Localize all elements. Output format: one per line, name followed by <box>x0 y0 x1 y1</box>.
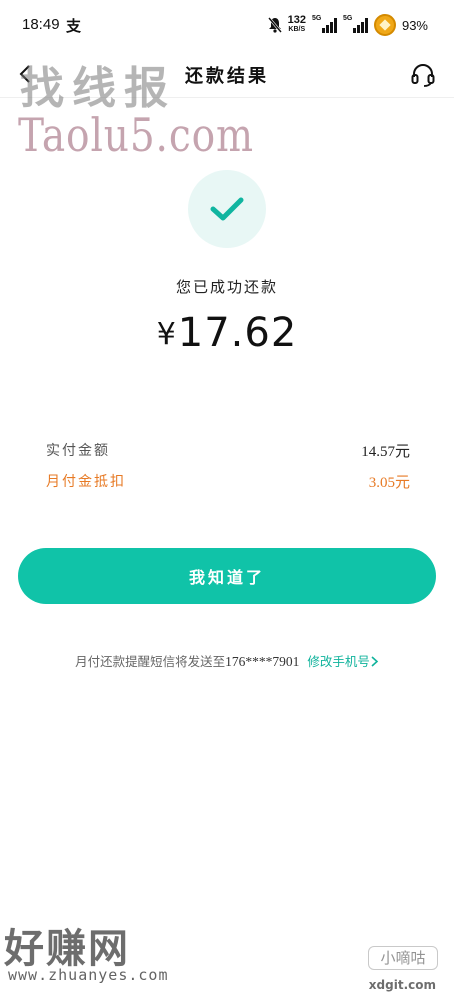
amount-value: 17.62 <box>177 310 298 356</box>
watermark-badge: 小嘀咕 <box>368 946 438 970</box>
success-check-badge <box>188 170 266 248</box>
network-speed-value: 132 <box>287 14 306 26</box>
sms-notice-text: 月付还款提醒短信将发送至 <box>75 654 226 669</box>
coin-icon <box>373 14 396 36</box>
chevron-right-icon <box>371 656 379 667</box>
detail-value: 14.57元 <box>361 443 410 460</box>
alipay-icon: 支 <box>66 17 82 35</box>
signal-icon: 5G <box>311 15 337 33</box>
watermark-badge-url: xdgit.com <box>368 978 436 992</box>
status-indicators: 132 KB/S 5G 5G 93% <box>267 14 428 36</box>
status-bar: 18:49 支 132 KB/S 5G 5G 93% <box>0 0 454 52</box>
detail-row-deduction: 月付金抵扣 3.05元 <box>46 469 410 493</box>
detail-label: 月付金抵扣 <box>46 474 126 490</box>
watermark-top-en: Taolu5.com <box>18 108 254 162</box>
network-speed-unit: KB/S <box>288 26 306 33</box>
signal-icon: 5G <box>342 15 368 33</box>
watermark-top-cn: 找线报 <box>20 63 176 114</box>
watermark-bottom-url: www.zhuanyes.com <box>8 966 169 984</box>
status-time: 18:49 <box>22 16 60 33</box>
sms-notice: 月付还款提醒短信将发送至176****7901 修改手机号 <box>0 651 454 670</box>
battery-level: 93% <box>401 17 428 33</box>
modify-phone-link[interactable]: 修改手机号 <box>307 654 379 669</box>
headset-icon[interactable] <box>410 62 436 88</box>
check-icon <box>210 197 244 221</box>
detail-value: 3.05元 <box>368 474 410 491</box>
modify-phone-label: 修改手机号 <box>307 654 370 669</box>
sim2-tag: 5G <box>342 15 353 22</box>
mute-bell-icon <box>267 17 282 33</box>
detail-label: 实付金额 <box>46 443 110 459</box>
success-message: 您已成功还款 <box>175 278 278 296</box>
detail-row-paid: 实付金额 14.57元 <box>46 438 410 462</box>
currency-symbol: ¥ <box>156 317 176 352</box>
sim1-tag: 5G <box>311 15 322 22</box>
phone-number: 176****7901 <box>225 654 300 669</box>
network-speed: 132 KB/S <box>287 14 306 34</box>
repaid-amount: ¥17.62 <box>0 310 454 356</box>
got-it-button[interactable]: 我知道了 <box>18 548 436 604</box>
